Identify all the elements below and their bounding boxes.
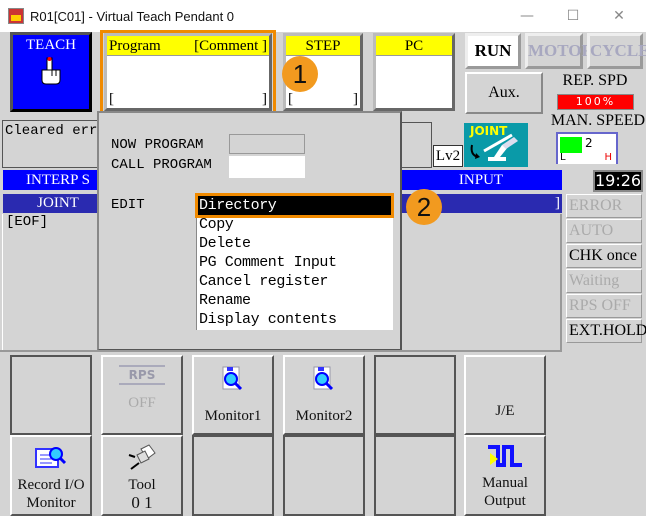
minimize-button[interactable]: —	[504, 0, 550, 32]
monitor-magnifier-icon	[222, 366, 243, 391]
run-button[interactable]: RUN	[465, 33, 521, 69]
program-header-label: Program	[109, 38, 161, 54]
input-bar: INPUT	[400, 170, 562, 190]
tool-button[interactable]: Tool 0 1	[101, 435, 183, 516]
teach-mode-indicator[interactable]: TEACH	[10, 32, 92, 112]
fkey-empty-10[interactable]	[283, 435, 365, 516]
monitor1-label: Monitor1	[204, 408, 262, 424]
teach-mode-label: TEACH	[26, 37, 76, 53]
manual-output-label2: Output	[484, 493, 526, 509]
fkey-divider	[0, 350, 562, 353]
aux-button[interactable]: Aux.	[465, 72, 543, 114]
edit-menu-item-cancel-register[interactable]: Cancel register	[197, 272, 393, 291]
cycle-button[interactable]: CYCLE	[587, 33, 646, 69]
now-program-label: NOW PROGRAM	[111, 137, 204, 153]
message-area-right	[400, 122, 432, 168]
record-io-label2: Monitor	[26, 495, 76, 511]
man-speed-fill	[560, 137, 582, 153]
man-speed-gauge[interactable]: 2 L H	[556, 132, 618, 164]
joint-mode-button[interactable]: JOINT	[464, 123, 528, 167]
call-program-field[interactable]	[229, 156, 305, 178]
pc-panel[interactable]: PC	[373, 33, 455, 111]
status-flag-auto: AUTO	[566, 219, 642, 243]
status-flag-error: ERROR	[566, 194, 642, 218]
status-flag-rps-off: RPS OFF	[566, 294, 642, 318]
man-speed-level: 2	[585, 136, 593, 150]
status-flag-chk-once: CHK once	[566, 244, 642, 268]
pendant-screen: TEACH Program [Comment ] [ ] STEP [ ] PC…	[0, 30, 646, 516]
comment-header-label: [Comment ]	[194, 38, 267, 54]
pc-header-label: PC	[376, 36, 452, 56]
clock: 19:26	[593, 170, 643, 192]
directory-highlight	[195, 193, 394, 218]
step-badge-2: 2	[406, 189, 442, 225]
monitor1-button[interactable]: Monitor1	[192, 355, 274, 435]
tool-plug-icon	[128, 444, 156, 470]
rps-off-button[interactable]: RPS OFF	[101, 355, 183, 435]
hand-pointer-icon	[41, 57, 61, 85]
app-icon	[8, 8, 24, 24]
record-io-monitor-button[interactable]: Record I/O Monitor	[10, 435, 92, 516]
fkey-empty-11[interactable]	[374, 435, 456, 516]
program-bracket-close: ]	[262, 91, 267, 107]
step-bracket-close: ]	[353, 91, 358, 107]
record-io-label: Record I/O	[17, 477, 85, 493]
manual-output-signal-icon	[488, 445, 522, 467]
edit-menu-item-delete[interactable]: Delete	[197, 234, 393, 253]
message-text: Cleared erro	[5, 123, 106, 139]
status-flag-ext-hold: EXT.HOLD	[566, 319, 646, 343]
fkey-empty-1[interactable]	[10, 355, 92, 435]
manual-output-label: Manual	[482, 475, 528, 491]
tool-number: 0 1	[131, 493, 153, 512]
close-button[interactable]: ✕	[596, 0, 642, 32]
step-bracket-open: [	[288, 91, 293, 107]
man-speed-high-label: H	[604, 152, 612, 163]
edit-menu-item-pg-comment-input[interactable]: PG Comment Input	[197, 253, 393, 272]
rep-speed-value[interactable]: 100%	[557, 94, 634, 110]
fkey-empty-5[interactable]	[374, 355, 456, 435]
monitor-magnifier-icon	[313, 366, 334, 391]
monitor2-button[interactable]: Monitor2	[283, 355, 365, 435]
step-badge-1: 1	[282, 56, 318, 92]
je-button[interactable]: J/E	[464, 355, 546, 435]
record-io-monitor-icon	[35, 447, 67, 468]
man-speed-label: MAN. SPEED	[550, 112, 646, 129]
maximize-button[interactable]: ☐	[550, 0, 596, 32]
fkey-empty-9[interactable]	[192, 435, 274, 516]
window-titlebar: R01[C01] - Virtual Teach Pendant 0 — ☐ ✕	[0, 0, 646, 32]
monitor2-label: Monitor2	[295, 408, 353, 424]
program-panel[interactable]: Program [Comment ] [ ]	[104, 33, 272, 111]
program-bracket-open: [	[109, 91, 114, 107]
je-label: J/E	[495, 403, 515, 419]
tool-label: Tool	[128, 477, 156, 493]
edit-menu-item-display-contents[interactable]: Display contents	[197, 310, 393, 329]
motor-button[interactable]: MOTOR	[525, 33, 594, 69]
manual-output-button[interactable]: Manual Output	[464, 435, 546, 516]
man-speed-low-label: L	[560, 152, 566, 163]
rep-speed-label: REP. SPD	[562, 72, 628, 89]
now-program-field	[229, 134, 305, 154]
edit-menu-item-rename[interactable]: Rename	[197, 291, 393, 310]
level-indicator: Lv2	[433, 145, 463, 167]
window-title: R01[C01] - Virtual Teach Pendant 0	[30, 8, 235, 24]
step-header-label: STEP	[286, 36, 360, 56]
input-bracket-close: ]	[555, 195, 560, 211]
rps-icon: RPS	[119, 365, 165, 385]
status-flag-waiting: Waiting	[566, 269, 642, 293]
call-program-label: CALL PROGRAM	[111, 157, 212, 173]
edit-label: EDIT	[111, 197, 145, 213]
robot-arm-icon	[470, 133, 518, 161]
rps-off-label: OFF	[128, 395, 156, 411]
